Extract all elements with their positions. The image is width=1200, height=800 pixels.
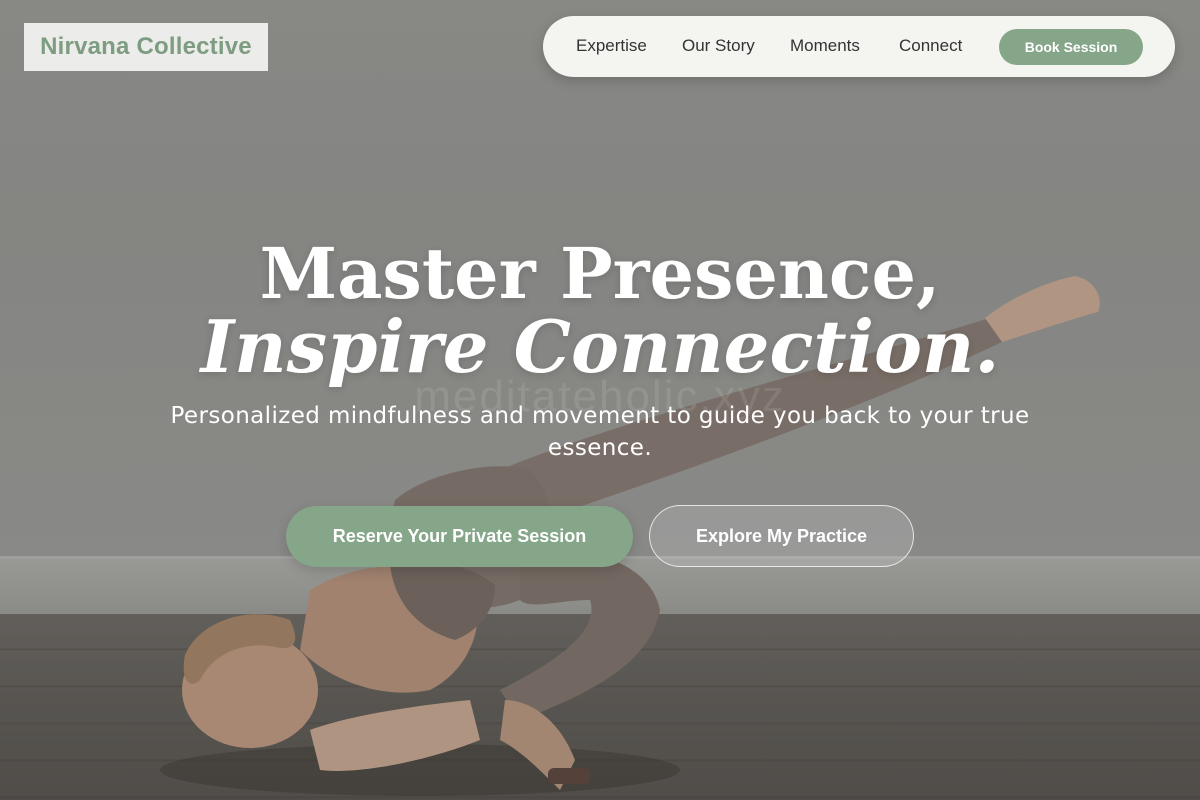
nav-link-expertise[interactable]: Expertise [576, 36, 647, 56]
main-navigation: Expertise Our Story Moments Connect Book… [543, 16, 1175, 77]
nav-link-moments[interactable]: Moments [790, 36, 860, 56]
book-session-button[interactable]: Book Session [999, 29, 1143, 65]
explore-practice-button[interactable]: Explore My Practice [649, 505, 914, 567]
nav-link-connect[interactable]: Connect [899, 36, 962, 56]
hero-subtitle: Personalized mindfulness and movement to… [170, 403, 1030, 461]
nav-link-our-story[interactable]: Our Story [682, 36, 755, 56]
hero-title-line-2: Inspire Connection. [200, 304, 1000, 389]
brand-logo[interactable]: Nirvana Collective [24, 23, 268, 71]
reserve-session-button[interactable]: Reserve Your Private Session [286, 506, 633, 567]
